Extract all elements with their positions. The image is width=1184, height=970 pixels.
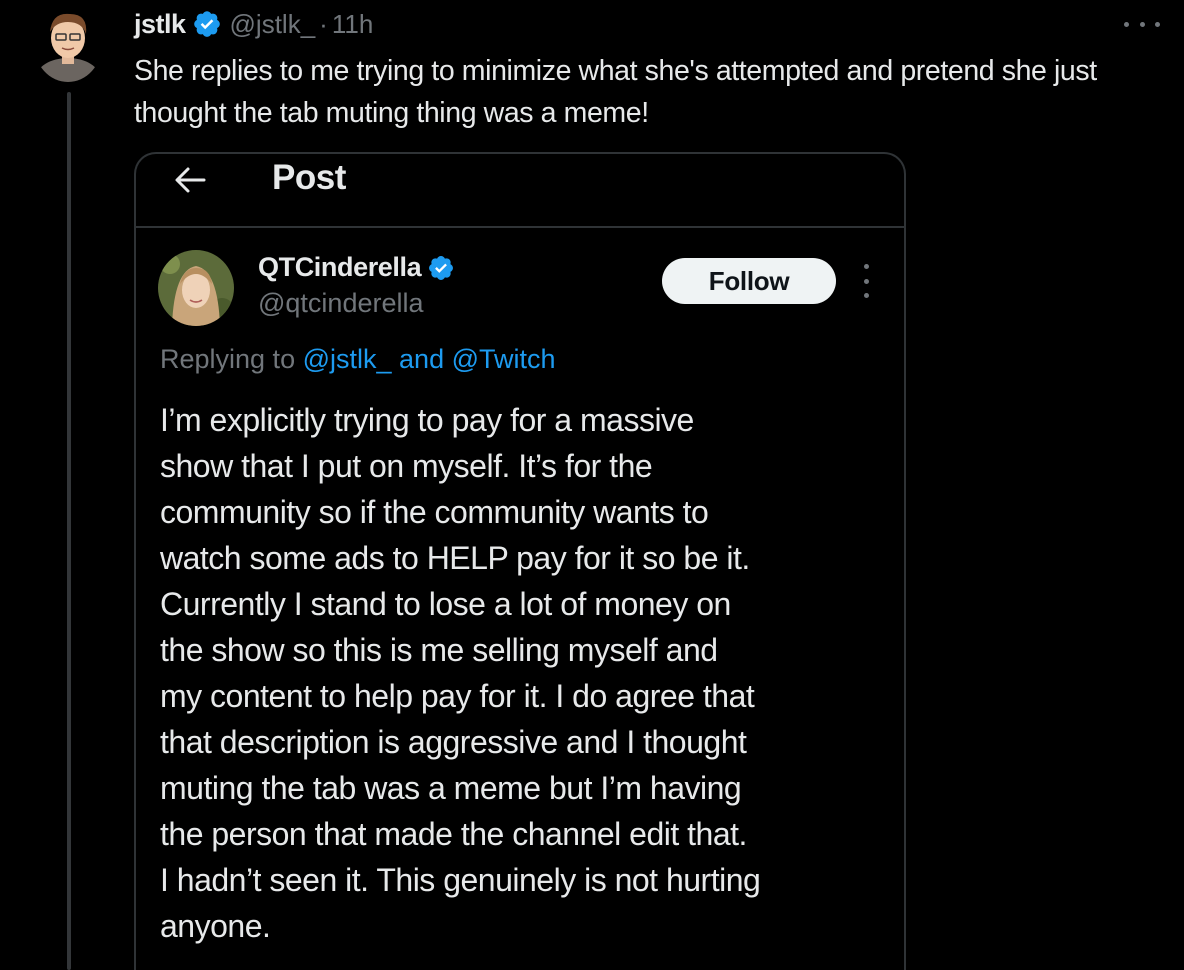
author-handle[interactable]: @jstlk_ bbox=[230, 9, 316, 40]
more-horizontal-icon[interactable] bbox=[1124, 14, 1160, 34]
post-top-bar: Post bbox=[136, 154, 904, 228]
author-name[interactable]: jstlk bbox=[134, 9, 186, 40]
qt-author-name[interactable]: QTCinderella bbox=[258, 252, 422, 283]
post-title: Post bbox=[272, 158, 346, 197]
tweet: jstlk @jstlk_ · 11h She replies to me tr… bbox=[0, 0, 1184, 970]
arrow-left-icon[interactable] bbox=[172, 162, 208, 198]
tweet-text: She replies to me trying to minimize wha… bbox=[134, 55, 1097, 129]
body-line: I’m explicitly trying to pay for a massi… bbox=[160, 402, 694, 438]
separator-dot: · bbox=[319, 8, 328, 39]
follow-button[interactable]: Follow bbox=[662, 258, 836, 304]
embedded-post-screenshot[interactable]: Post QTCinderella @qtcinderella Follow R… bbox=[134, 152, 906, 970]
body-line: muting the tab was a meme but I’m having bbox=[160, 770, 742, 806]
replying-mentions[interactable]: @jstlk_ and @Twitch bbox=[303, 344, 556, 374]
body-line: the show so this is me selling myself an… bbox=[160, 632, 718, 668]
body-line: the person that made the channel edit th… bbox=[160, 816, 747, 852]
more-vertical-icon[interactable] bbox=[862, 264, 870, 298]
tweet-header: jstlk @jstlk_ · 11h bbox=[134, 6, 373, 42]
qt-name-row: QTCinderella bbox=[258, 252, 455, 283]
qt-author-handle[interactable]: @qtcinderella bbox=[258, 288, 424, 319]
verified-badge-icon[interactable] bbox=[192, 9, 222, 39]
body-line: Currently I stand to lose a lot of money… bbox=[160, 586, 731, 622]
body-line: watch some ads to HELP pay for it so be … bbox=[160, 540, 750, 576]
verified-badge-icon[interactable] bbox=[427, 254, 455, 282]
timestamp[interactable]: 11h bbox=[332, 9, 373, 40]
body-line: show that I put on myself. It’s for the bbox=[160, 448, 653, 484]
qt-avatar[interactable] bbox=[158, 250, 234, 326]
replying-prefix: Replying to bbox=[160, 344, 296, 374]
qt-post-body: I’m explicitly trying to pay for a massi… bbox=[160, 397, 890, 949]
author-avatar[interactable] bbox=[34, 6, 102, 82]
thread-line bbox=[67, 92, 71, 970]
body-line: I hadn’t seen it. This genuinely is not … bbox=[160, 862, 761, 898]
body-line: community so if the community wants to bbox=[160, 494, 709, 530]
body-line: my content to help pay for it. I do agre… bbox=[160, 678, 755, 714]
body-line: anyone. bbox=[160, 908, 271, 944]
replying-to: Replying to @jstlk_ and @Twitch bbox=[160, 344, 556, 375]
body-line: that description is aggressive and I tho… bbox=[160, 724, 747, 760]
